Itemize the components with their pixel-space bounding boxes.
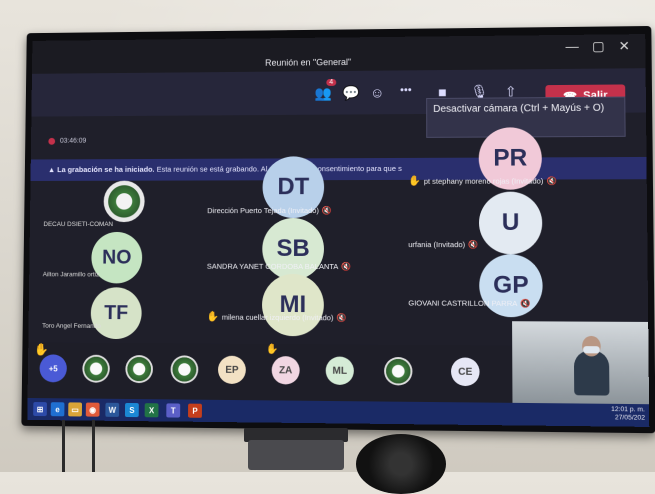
tripod-leg [92,420,95,472]
roster-crest-avatar[interactable] [384,357,412,386]
chat-icon[interactable]: 💬 [342,85,359,102]
mic-off-icon: 🔇 [520,299,530,308]
recording-banner-title: La grabación se ha iniciado. [57,165,155,174]
roster-avatar[interactable]: ML [326,356,354,385]
mic-off-icon: 🔇 [546,176,556,185]
minimize-icon[interactable]: — [565,39,578,54]
roster-avatar[interactable]: EP [218,356,246,384]
clock-date: 27/05/202 [611,414,645,423]
roster-avatar[interactable]: ZA [272,356,300,384]
raised-hand-icon: ✋ [34,342,49,356]
participant-avatar: U [479,192,543,255]
word-icon[interactable]: W [105,403,119,417]
floor-fan [356,434,446,494]
tv-screen: Reunión en "General" — ▢ ✕ 👥 4 💬 ☺ ••• ■… [27,34,649,427]
participant-name: Ailton Jaramillo ortiz [43,271,100,278]
participant-name: GIOVANI CASTRILLON PARRA 🔇 [408,298,530,308]
teams-icon[interactable]: T [166,403,180,417]
window-title: Reunión en "General" [265,57,351,68]
roster-crest-avatar[interactable] [82,355,110,383]
participant-avatar: MI [262,274,324,336]
participant-name: DECAU DSIETI-COMAN [43,221,113,228]
more-actions-icon[interactable]: ••• [400,84,412,96]
raised-hand-icon: ✋ [206,312,218,323]
participants-badge: 4 [326,79,336,86]
raised-hand-icon: ✋ [266,344,278,355]
mic-off-icon: 🔇 [468,240,478,249]
roster-crest-avatar[interactable] [125,355,153,383]
overflow-participants-button[interactable]: +5 [39,354,67,382]
mic-off-icon: 🔇 [341,262,351,271]
window-titlebar: Reunión en "General" — ▢ ✕ [32,34,646,74]
raised-hand-icon: ✋ [408,176,421,187]
participant-name: urfania (Invitado) 🔇 [408,240,478,249]
excel-icon[interactable]: X [145,403,159,417]
participant-name: ✋ milena cuellar izquierdo (Invitado) 🔇 [206,312,346,324]
participant-name: Toro Angel Fernando [42,323,101,330]
file-explorer-icon[interactable]: ▭ [68,402,82,416]
police-crest-logo [104,181,145,222]
chrome-icon[interactable]: ◉ [86,403,100,417]
tv-stand-device [248,440,344,470]
edge-icon[interactable]: e [51,402,65,416]
maximize-icon[interactable]: ▢ [592,39,605,55]
participant-name: Dirección Puerto Tejada (Invitado) 🔇 [207,206,332,215]
mic-off-icon: 🔇 [336,313,346,322]
taskbar-clock: 12:01 p. m. 27/05/202 [611,406,645,423]
tripod-leg [62,420,65,472]
participant-name: ✋ pt stephany moreno rojas (Invitado) 🔇 [408,175,557,186]
reactions-icon[interactable]: ☺ [370,84,384,100]
skype-icon[interactable]: S [125,403,139,417]
self-video-person [574,350,610,395]
participant-name: SANDRA YANET CORDOBA BALANTA 🔇 [207,262,352,271]
mic-off-icon: 🔇 [322,206,332,215]
roster-crest-avatar[interactable] [171,355,199,383]
self-video-preview [512,321,649,404]
participants-icon[interactable]: 👥 [314,85,331,102]
close-icon[interactable]: ✕ [619,38,630,54]
warning-icon: ▲ [48,165,57,174]
meeting-timer: 03:46:09 [60,138,86,145]
powerpoint-icon[interactable]: P [188,404,202,418]
participant-avatar: TF [91,287,142,339]
roster-avatar[interactable]: CE [451,357,480,386]
windows-start-icon[interactable]: ⊞ [33,402,47,416]
recording-dot-icon [48,138,55,145]
